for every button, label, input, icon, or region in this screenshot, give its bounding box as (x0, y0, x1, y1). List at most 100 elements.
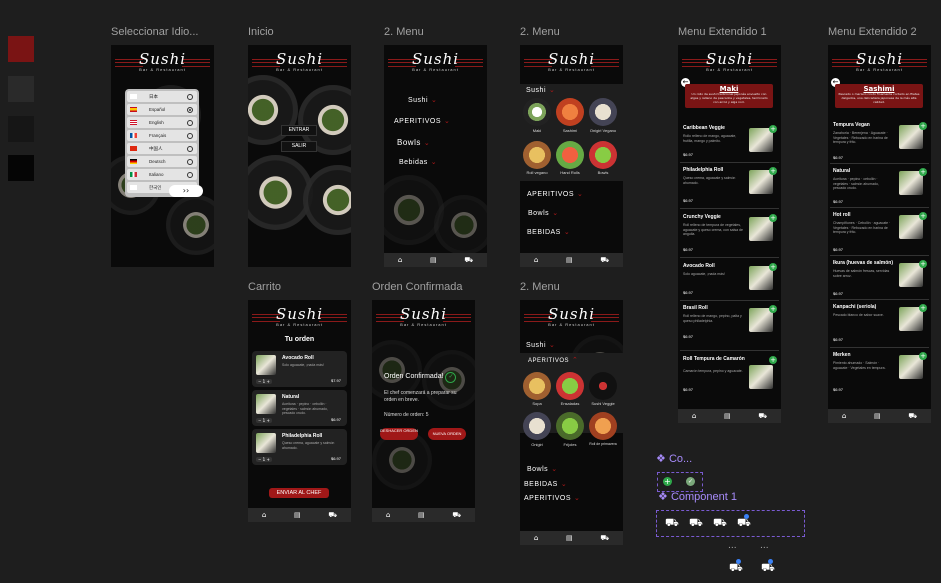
menu-product[interactable]: Roll Tempura de Camarón Camarón tempura, … (680, 353, 779, 401)
cart-item[interactable]: Philadelphia Roll Queso crema, aguacate y… (252, 429, 347, 465)
cart-item[interactable]: Avocado Roll Solo aguacate, ¡nada más! − 1… (252, 351, 347, 387)
add-icon[interactable]: + (919, 352, 927, 360)
component-plus-check[interactable]: + ✓ (657, 472, 703, 492)
food-sushi-veggie-image[interactable] (589, 372, 617, 400)
quantity-stepper[interactable]: − 1 + (256, 418, 272, 423)
add-icon[interactable]: + (919, 212, 927, 220)
frame-label-ext1[interactable]: Menu Extendido 1 (678, 26, 767, 38)
menu-item-sushi[interactable]: Sushi ⌄ (526, 86, 555, 94)
exit-button[interactable]: SALIR (281, 141, 317, 152)
food-onigiri-image[interactable] (589, 98, 617, 126)
menu-item-bebidas[interactable]: BEBIDAS ⌄ (524, 480, 567, 488)
home-icon[interactable]: ⌂ (842, 412, 846, 420)
add-icon[interactable]: + (769, 305, 777, 313)
menu-item-sushi[interactable]: Sushi ⌄ (408, 96, 437, 104)
food-onigiri-image[interactable] (523, 412, 551, 440)
language-option[interactable]: Español (127, 104, 197, 115)
food-sashimi-image[interactable] (556, 98, 584, 126)
add-icon[interactable]: + (769, 214, 777, 222)
cart-icon[interactable]: ⛟ (452, 511, 461, 520)
menu-item-aperitivos[interactable]: APERITIVOS ⌄ (524, 494, 580, 502)
book-icon[interactable]: ▤ (430, 256, 437, 264)
more-label[interactable]: ... (760, 541, 769, 551)
language-option[interactable]: Italiano (127, 169, 197, 180)
menu-item-aperitivos[interactable]: APERITIVOS ⌄ (394, 117, 450, 125)
menu-product[interactable]: Philadelphia Roll Queso crema, aguacate y… (680, 164, 779, 209)
component-label[interactable]: ❖ Component 1 (658, 490, 737, 503)
menu-product[interactable]: Ikura (huevas de salmón) Huevas de salmón… (830, 257, 929, 300)
food-handroll-image[interactable] (556, 141, 584, 169)
food-roll-primavera-image[interactable] (589, 412, 617, 440)
next-button[interactable]: ›› (169, 185, 203, 197)
cart-item[interactable]: Natural Aceituna · pepino · cebollín · ve… (252, 390, 347, 426)
add-icon[interactable]: + (919, 168, 927, 176)
menu-item-sushi[interactable]: Sushi ⌄ (526, 341, 555, 349)
food-bowl-image[interactable] (589, 141, 617, 169)
cart-icon[interactable]: ⛟ (758, 412, 767, 421)
menu-product[interactable]: Hot roll Champiñones · Cebollín · aguacat… (830, 209, 929, 256)
food-sopa-image[interactable] (523, 372, 551, 400)
menu-product[interactable]: Brasil Roll Roll relleno de mango, pepino… (680, 302, 779, 351)
cart-icon[interactable]: ⛟ (689, 516, 703, 531)
cart-badge-icon[interactable]: ⛟ (737, 514, 751, 531)
menu-item-bowls[interactable]: Bowls ⌄ (527, 465, 558, 473)
home-icon[interactable]: ⌂ (534, 256, 538, 264)
menu-product[interactable]: Kanpachi (seriola) Pescado blanco de sabo… (830, 301, 929, 348)
home-icon[interactable]: ⌂ (386, 511, 390, 519)
quantity-stepper[interactable]: − 1 + (256, 457, 272, 462)
menu-item-bowls[interactable]: Bowls ⌄ (528, 209, 559, 217)
new-order-button[interactable]: NUEVA ORDEN (428, 428, 466, 440)
color-swatch-1[interactable] (8, 36, 34, 62)
enter-button[interactable]: ENTRAR (281, 125, 317, 136)
menu-product[interactable]: Merken Pimiento ahumado · Salmón · aguaca… (830, 349, 929, 399)
home-icon[interactable]: ⌂ (534, 534, 538, 542)
menu-product[interactable]: Tempura Vegan Zanahoria · Berenjena · Agu… (830, 119, 929, 164)
menu-product[interactable]: Natural Aceituna · pepino · cebollín · ve… (830, 165, 929, 208)
book-icon[interactable]: ▤ (874, 412, 881, 420)
add-icon[interactable]: + (769, 356, 777, 364)
book-icon[interactable]: ▤ (724, 412, 731, 420)
cart-icon[interactable]: ⛟ (464, 256, 473, 265)
cart-icon[interactable]: ⛟ (908, 412, 917, 421)
add-icon[interactable]: + (769, 167, 777, 175)
language-option[interactable]: 中国人 (127, 143, 197, 154)
menu-item-bebidas[interactable]: Bebidas ⌄ (399, 158, 437, 166)
cart-icon[interactable]: ⛟ (328, 511, 337, 520)
cart-icon[interactable]: ⛟ (600, 534, 609, 543)
color-swatch-4[interactable] (8, 155, 34, 181)
component-cart-variants[interactable]: ⛟ ⛟ ⛟ ⛟ (656, 510, 805, 537)
cart-badge-icon[interactable]: ⛟ (761, 559, 775, 576)
component-label-short[interactable]: ❖ Co... (656, 452, 692, 465)
food-ensaladas-image[interactable] (556, 372, 584, 400)
food-maki-image[interactable] (523, 98, 551, 126)
frame-label-inicio[interactable]: Inicio (248, 26, 274, 38)
language-option[interactable]: Deutsch (127, 156, 197, 167)
quantity-stepper[interactable]: − 1 + (256, 379, 272, 384)
frame-label-menu1[interactable]: 2. Menu (384, 26, 424, 38)
cart-icon[interactable]: ⛟ (713, 516, 727, 531)
book-icon[interactable]: ▤ (566, 534, 573, 542)
color-swatch-2[interactable] (8, 76, 34, 102)
frame-label-idioma[interactable]: Seleccionar Idio... (111, 26, 198, 38)
undo-order-button[interactable]: DESHACER ORDEN (380, 428, 418, 440)
send-to-chef-button[interactable]: ENVIAR AL CHEF (269, 488, 329, 498)
cart-icon[interactable]: ⛟ (665, 516, 679, 531)
menu-item-bebidas[interactable]: BEBIDAS ⌄ (527, 228, 570, 236)
home-icon[interactable]: ⌂ (398, 256, 402, 264)
menu-product[interactable]: Crunchy Veggie Roll relleno de tempura de… (680, 211, 779, 258)
cart-icon[interactable]: ⛟ (600, 256, 609, 265)
book-icon[interactable]: ▤ (294, 511, 301, 519)
frame-label-carrito[interactable]: Carrito (248, 281, 281, 293)
home-icon[interactable]: ⌂ (262, 511, 266, 519)
menu-item-bowls[interactable]: Bowls ⌄ (397, 138, 430, 147)
frame-label-menu2[interactable]: 2. Menu (520, 26, 560, 38)
add-icon[interactable]: + (919, 304, 927, 312)
menu-product[interactable]: Caribbean Veggie Rollo relleno de mango, … (680, 122, 779, 163)
language-option[interactable]: 日本 (127, 91, 197, 102)
book-icon[interactable]: ▤ (566, 256, 573, 264)
add-icon[interactable]: + (769, 263, 777, 271)
plus-icon[interactable]: + (663, 477, 672, 486)
language-option[interactable]: Français (127, 130, 197, 141)
language-option[interactable]: English (127, 117, 197, 128)
menu-product[interactable]: Avocado Roll Solo aguacate, ¡nada más! $6.… (680, 260, 779, 301)
